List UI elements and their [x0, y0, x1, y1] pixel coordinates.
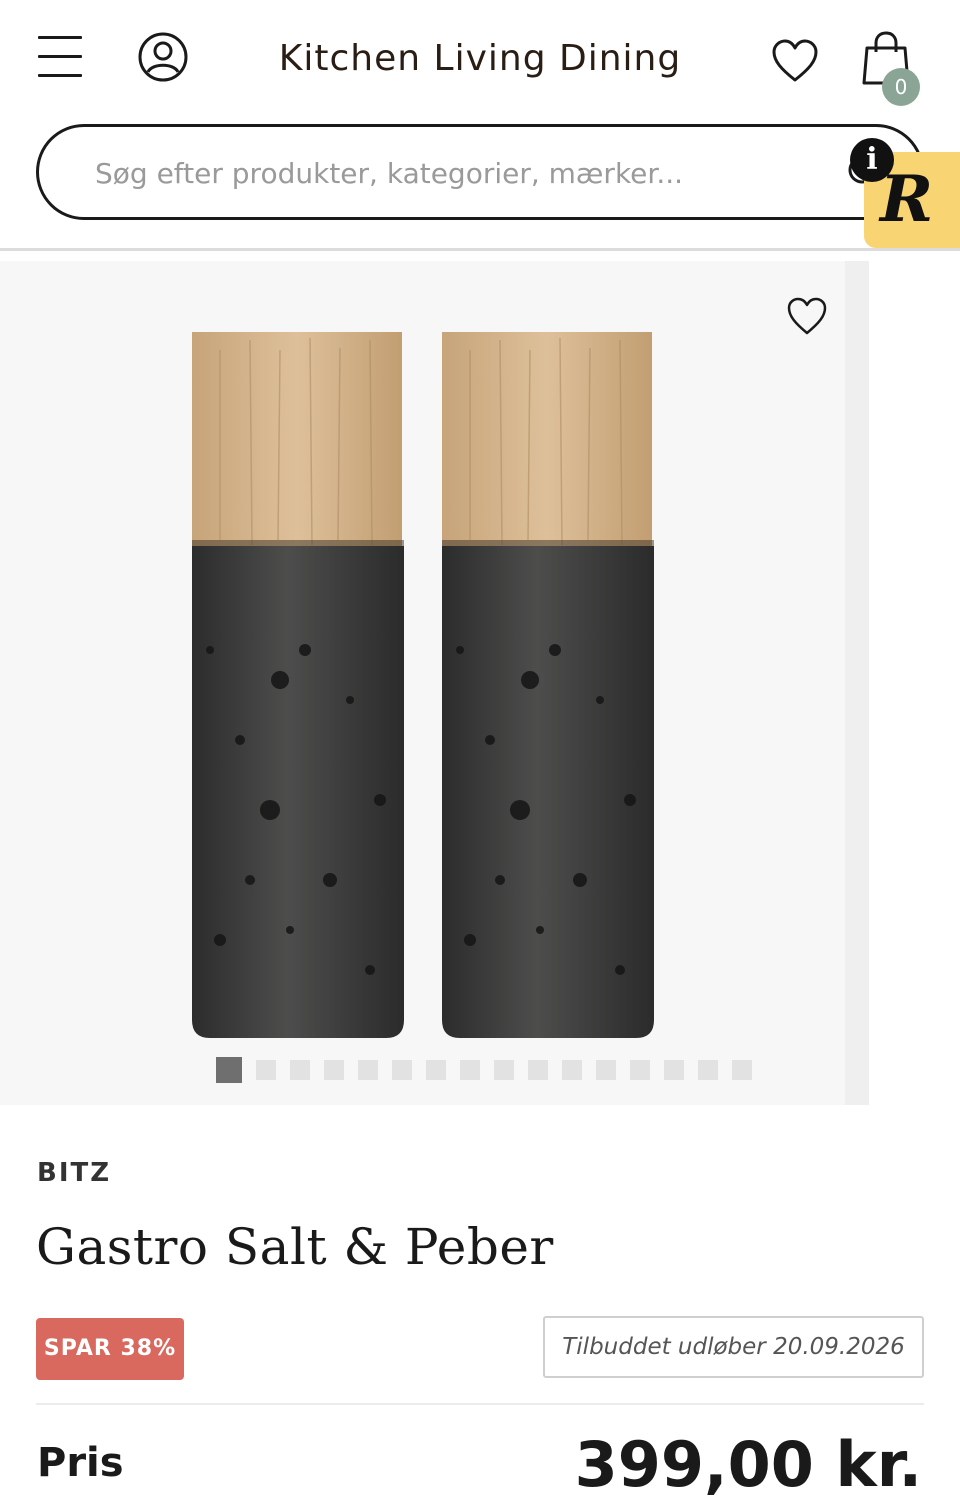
- favorite-heart-icon[interactable]: [786, 296, 828, 336]
- site-logo[interactable]: Kitchen Living Dining: [250, 38, 710, 79]
- gallery-dot[interactable]: [256, 1060, 276, 1080]
- price-label: Pris: [37, 1440, 124, 1486]
- pepper-mill-shape: [442, 332, 654, 1038]
- gallery-dot[interactable]: [664, 1060, 684, 1080]
- gallery-pagination: [216, 1057, 752, 1083]
- site-header: Kitchen Living Dining 0: [0, 0, 960, 120]
- gallery-dot[interactable]: [290, 1060, 310, 1080]
- gallery-dot[interactable]: [460, 1060, 480, 1080]
- price-divider: [36, 1403, 924, 1405]
- price-value: 399,00 kr.: [574, 1428, 922, 1501]
- header-divider: [0, 248, 960, 251]
- user-icon[interactable]: [137, 31, 189, 83]
- gallery-dot[interactable]: [596, 1060, 616, 1080]
- gallery-dot[interactable]: [698, 1060, 718, 1080]
- product-image: [192, 332, 654, 1038]
- gallery-dot[interactable]: [562, 1060, 582, 1080]
- search-bar: [36, 124, 924, 220]
- gallery-dot[interactable]: [426, 1060, 446, 1080]
- gallery-dot[interactable]: [732, 1060, 752, 1080]
- gallery-dot[interactable]: [392, 1060, 412, 1080]
- gallery-dot[interactable]: [324, 1060, 344, 1080]
- offer-expiry: Tilbuddet udløber 20.09.2026: [543, 1316, 924, 1378]
- cart-count-badge: 0: [882, 68, 920, 106]
- info-icon[interactable]: i: [850, 138, 894, 182]
- gallery-dot[interactable]: [358, 1060, 378, 1080]
- gallery-dot[interactable]: [216, 1057, 242, 1083]
- gallery-next-slide-peek[interactable]: [845, 261, 869, 1105]
- gallery-dot[interactable]: [494, 1060, 514, 1080]
- menu-icon[interactable]: [38, 36, 82, 78]
- discount-badge: SPAR 38%: [36, 1318, 184, 1380]
- heart-icon[interactable]: [771, 38, 819, 84]
- salt-mill-shape: [192, 332, 404, 1038]
- gallery-dot[interactable]: [528, 1060, 548, 1080]
- product-title: Gastro Salt & Peber: [36, 1218, 554, 1276]
- search-input[interactable]: [95, 151, 795, 195]
- product-brand[interactable]: BITZ: [37, 1158, 111, 1188]
- gallery-dot[interactable]: [630, 1060, 650, 1080]
